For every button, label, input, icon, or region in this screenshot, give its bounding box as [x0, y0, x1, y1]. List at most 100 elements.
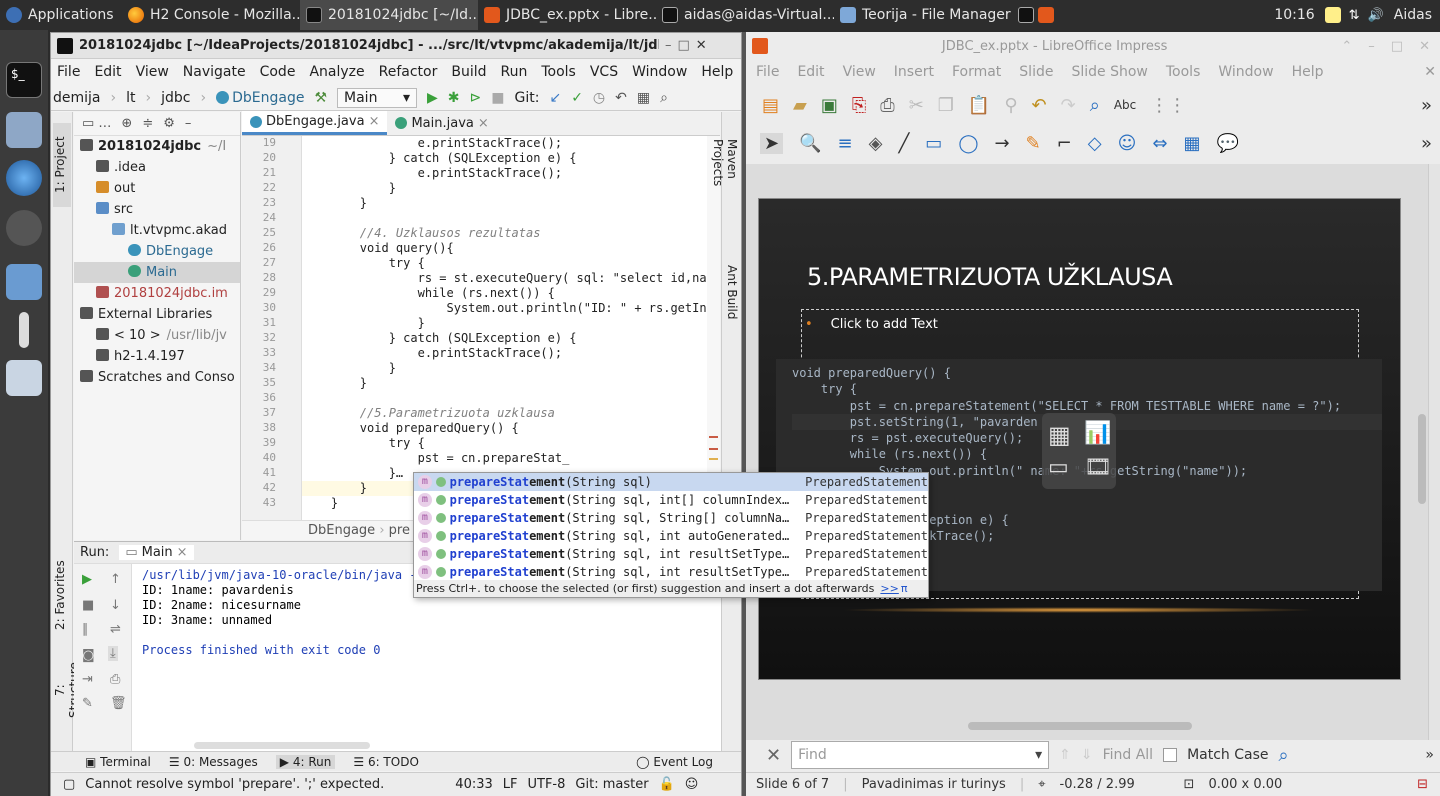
insert-table-icon[interactable]: ▦ [1048, 421, 1071, 449]
caret-position[interactable]: 40:33 [455, 777, 492, 792]
clock[interactable]: 10:16 [1268, 0, 1320, 30]
find-prev-icon[interactable]: ⇑ [1059, 747, 1071, 763]
tree-item[interactable]: .idea [74, 157, 240, 178]
menu-code[interactable]: Code [260, 64, 296, 80]
line-color-icon[interactable]: ≡ [838, 133, 853, 154]
revert-icon[interactable]: ↶ [615, 90, 627, 106]
find-all-button[interactable]: Find All [1103, 747, 1154, 763]
autocomplete-item[interactable]: m prepareStat ement (String sql, int autoGe… [414, 527, 928, 545]
window-button-terminal[interactable]: aidas@aidas-Virtual... [656, 0, 834, 30]
run-icon[interactable]: ▶ [427, 90, 438, 106]
insert-video-icon[interactable]: 🎞 [1084, 455, 1112, 480]
menu-format[interactable]: Format [952, 64, 1001, 80]
ellipse-icon[interactable]: ◯ [958, 133, 978, 154]
pdf-icon[interactable]: ⎘ [852, 95, 866, 116]
run-tab-main[interactable]: ▭ Main × [119, 545, 194, 560]
minimize-icon[interactable]: – [1368, 39, 1375, 54]
autocomplete-item[interactable]: m prepareStat ement (String sql, int[] colu… [414, 491, 928, 509]
target-icon[interactable]: ⊕ [121, 116, 132, 131]
debug-icon[interactable]: ✱ [448, 90, 460, 106]
menu-analyze[interactable]: Analyze [309, 64, 364, 80]
lock-icon[interactable]: 🔓 [659, 777, 675, 792]
menu-view[interactable]: View [843, 64, 876, 80]
usb-dock-icon[interactable] [19, 312, 29, 348]
block-arrows-icon[interactable]: ⇔ [1152, 133, 1167, 154]
grid-icon[interactable]: ⋮⋮ [1150, 95, 1186, 116]
line-icon[interactable]: ╱ [898, 133, 909, 154]
search-icon[interactable]: ⌕ [660, 90, 668, 106]
slide[interactable]: 5.PARAMETRIZUOTA UŽKLAUSA • Click to add … [758, 198, 1401, 680]
insert-image-icon[interactable]: ▭ [1048, 455, 1069, 480]
window-button-intellij[interactable]: 20181024jdbc [~/Id... [300, 0, 478, 30]
horizontal-scrollbar[interactable] [968, 722, 1192, 730]
arrow-icon[interactable]: → [994, 133, 1009, 154]
window-button-impress[interactable]: JDBC_ex.pptx - Libre... [478, 0, 656, 30]
close-tab-icon[interactable]: × [369, 114, 380, 129]
ant-tool-tab[interactable]: Ant Build [723, 265, 739, 325]
print-icon[interactable]: ⎙ [110, 672, 120, 687]
open-icon[interactable]: ▰ [793, 95, 807, 116]
tree-item[interactable]: < 10 >/usr/lib/jv [74, 325, 240, 346]
pause-icon[interactable]: ∥ [82, 622, 89, 637]
tray-apps[interactable] [1012, 0, 1072, 30]
more-icon[interactable]: » [1421, 95, 1432, 116]
stop-icon[interactable]: ■ [82, 598, 94, 613]
menu-run[interactable]: Run [501, 64, 528, 80]
user-menu[interactable]: Aidas [1388, 0, 1440, 30]
paste-icon[interactable]: 📋 [968, 95, 990, 116]
menu-edit[interactable]: Edit [797, 64, 824, 80]
stop-icon[interactable]: ■ [491, 90, 504, 106]
window-button-file-manager[interactable]: Teorija - File Manager [834, 0, 1012, 30]
symbol-shapes-icon[interactable]: ☺ [1118, 133, 1137, 154]
menu-help[interactable]: Help [701, 64, 733, 80]
close-icon[interactable]: ✕ [1419, 39, 1430, 54]
menu-help[interactable]: Help [1292, 64, 1324, 80]
fill-color-icon[interactable]: ◈ [869, 133, 883, 154]
autocomplete-item[interactable]: m prepareStat ement (String sql, String[] c… [414, 509, 928, 527]
slide-title[interactable]: 5.PARAMETRIZUOTA UŽKLAUSA [807, 263, 1173, 291]
inspector-icon[interactable]: ☺ [685, 777, 699, 792]
messages-tab[interactable]: ☰ 0: Messages [169, 755, 258, 769]
copy-icon[interactable]: ❐ [938, 95, 954, 116]
menu-edit[interactable]: Edit [94, 64, 121, 80]
console-hscroll[interactable] [194, 742, 370, 749]
maximize-icon[interactable]: □ [678, 38, 690, 53]
sidebar-toggle[interactable] [1428, 164, 1440, 740]
basic-shapes-icon[interactable]: ◇ [1088, 133, 1102, 154]
tree-item[interactable]: lt.vtvpmc.akad [74, 220, 240, 241]
trash-icon[interactable]: 🗑 [110, 696, 127, 711]
breadcrumb-class[interactable]: DbEngage [216, 90, 304, 106]
menu-navigate[interactable]: Navigate [183, 64, 246, 80]
structure-tool-tab[interactable]: 7: Structure [53, 655, 81, 725]
tree-item[interactable]: out [74, 178, 240, 199]
tree-item[interactable]: 20181024jdbc ~/I [74, 136, 240, 157]
wrap-icon[interactable]: ⇌ [110, 622, 121, 637]
vertical-scrollbar[interactable] [1418, 414, 1426, 504]
rerun-icon[interactable]: ▶ [82, 572, 92, 587]
collapse-icon[interactable]: ≑ [142, 116, 153, 131]
event-log-tab[interactable]: ◯ Event Log [636, 755, 741, 769]
project-structure-icon[interactable]: ▦ [637, 90, 650, 106]
software-dock-icon[interactable] [6, 360, 42, 396]
search-dock-icon[interactable] [6, 210, 42, 246]
spelling-icon[interactable]: Abc [1114, 98, 1136, 112]
menu-tools[interactable]: Tools [541, 64, 576, 80]
hide-icon[interactable]: – [185, 116, 192, 131]
home-dock-icon[interactable] [6, 112, 42, 148]
print-icon[interactable]: ⎙ [880, 95, 894, 116]
menu-build[interactable]: Build [451, 64, 486, 80]
menu-file[interactable]: File [57, 64, 80, 80]
breadcrumb-item[interactable]: jdbc [161, 90, 190, 106]
menu-window[interactable]: Window [1218, 64, 1273, 80]
find-input[interactable]: Find ▾ [791, 741, 1050, 769]
close-tab-icon[interactable]: × [478, 116, 489, 131]
tree-item[interactable]: h2-1.4.197 [74, 346, 240, 367]
maven-tool-tab[interactable]: Maven Projects [711, 139, 739, 229]
cut-icon[interactable]: ✂ [909, 95, 924, 116]
menu-window[interactable]: Window [632, 64, 687, 80]
close-document-icon[interactable]: ✕ [1424, 64, 1436, 80]
tab-main[interactable]: Main.java × [387, 111, 496, 135]
more-icon[interactable]: » [1425, 747, 1440, 763]
browser-dock-icon[interactable] [6, 160, 42, 196]
tree-item[interactable]: src [74, 199, 240, 220]
